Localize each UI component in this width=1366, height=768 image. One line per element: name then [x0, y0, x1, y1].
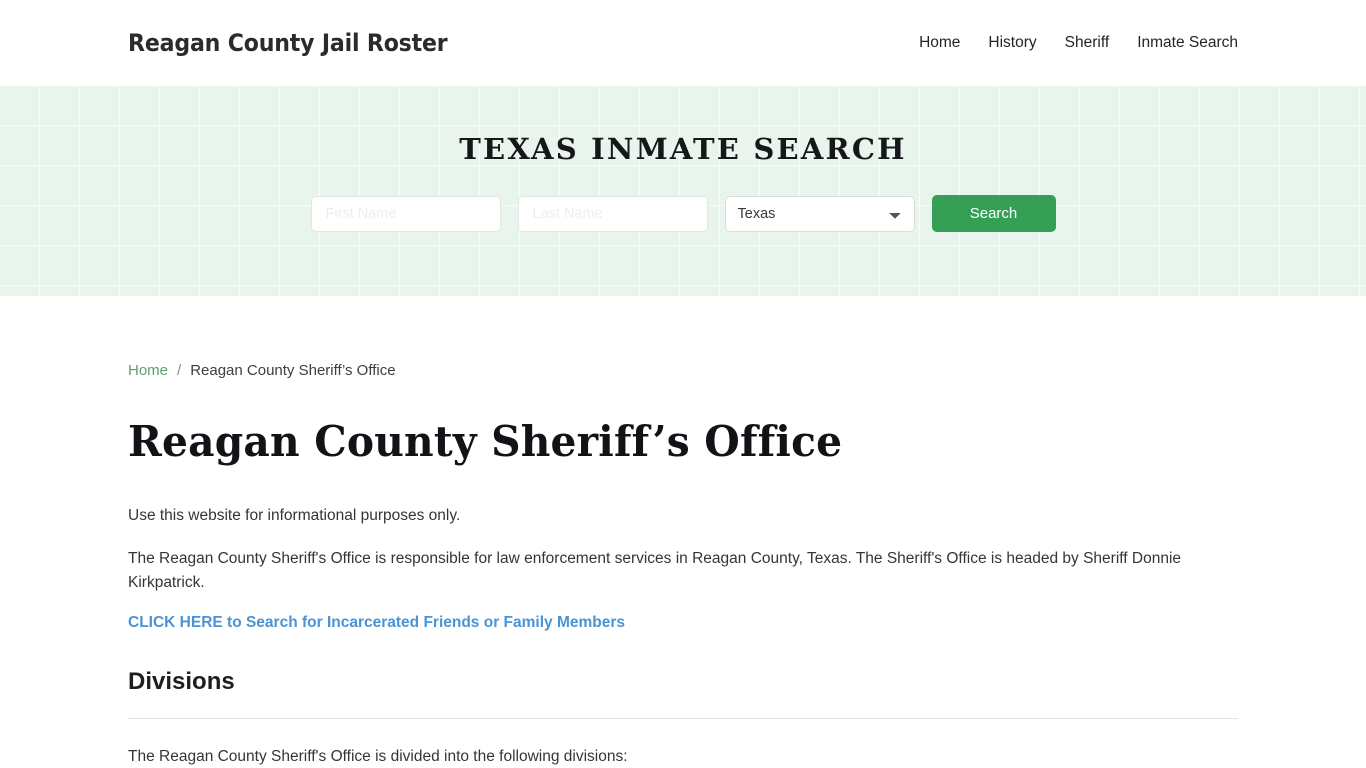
last-name-input[interactable] — [517, 195, 708, 232]
main-content: Home / Reagan County Sheriff’s Office Re… — [0, 296, 1366, 768]
breadcrumb: Home / Reagan County Sheriff’s Office — [128, 362, 1238, 379]
site-header: Reagan County Jail Roster Home History S… — [0, 0, 1366, 86]
page-title: Reagan County Sheriff’s Office — [128, 417, 843, 466]
divisions-heading: Divisions — [128, 668, 235, 695]
first-name-input[interactable] — [310, 195, 501, 232]
nav-item-inmate-search[interactable]: Inmate Search — [1137, 34, 1238, 52]
site-title[interactable]: Reagan County Jail Roster — [128, 29, 448, 57]
hero-title: TEXAS INMATE SEARCH — [459, 132, 907, 166]
description-paragraph: The Reagan County Sheriff's Office is re… — [128, 550, 1182, 591]
breadcrumb-current-page: Reagan County Sheriff’s Office — [190, 362, 396, 379]
search-button[interactable]: Search — [931, 195, 1056, 232]
section-divider — [128, 718, 1238, 719]
inmate-search-cta-link[interactable]: CLICK HERE to Search for Incarcerated Fr… — [128, 614, 625, 632]
divisions-intro-paragraph: The Reagan County Sheriff's Office is di… — [128, 748, 628, 765]
intro-paragraph: Use this website for informational purpo… — [128, 507, 461, 524]
state-select[interactable]: Texas — [724, 195, 915, 232]
nav-item-sheriff[interactable]: Sheriff — [1065, 34, 1110, 52]
main-navigation: Home History Sheriff Inmate Search — [919, 34, 1238, 52]
inmate-search-form: Texas Search — [310, 195, 1056, 232]
breadcrumb-item-home[interactable]: Home — [128, 362, 168, 379]
nav-item-home[interactable]: Home — [919, 34, 960, 52]
nav-item-history[interactable]: History — [988, 34, 1036, 52]
breadcrumb-separator: / — [177, 362, 182, 379]
hero-search-banner: TEXAS INMATE SEARCH Texas Search — [0, 86, 1366, 296]
